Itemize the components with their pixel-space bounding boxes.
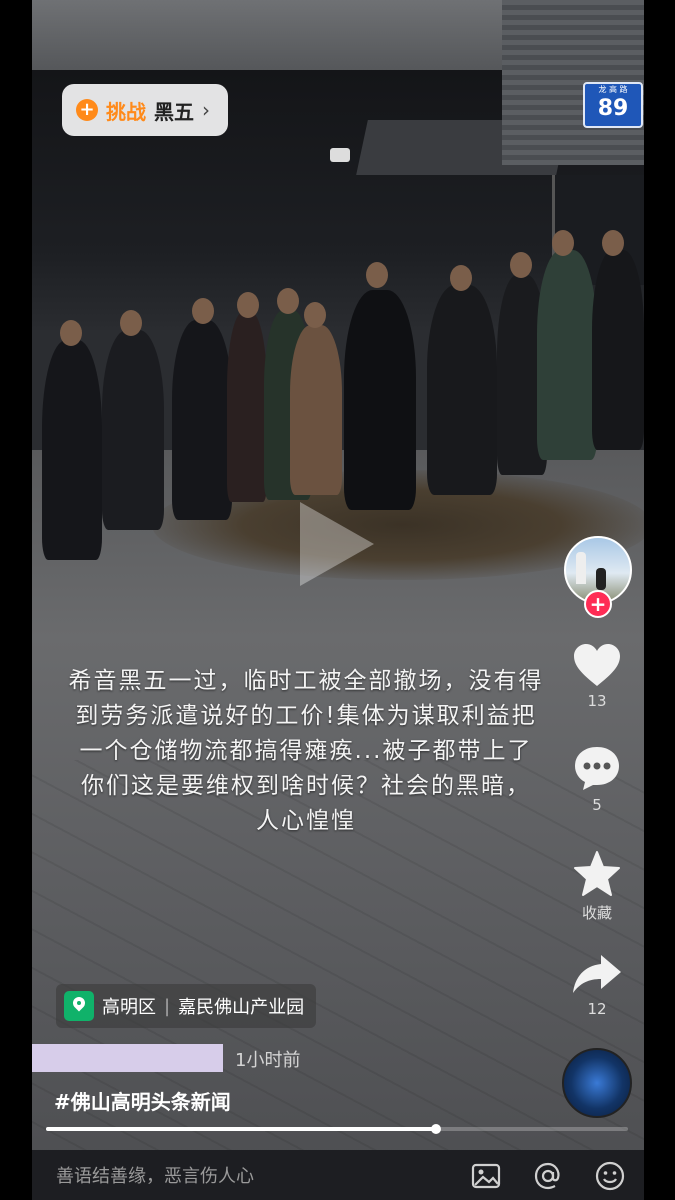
caption-line: 到劳务派遣说好的工价!集体为谋取利益把	[75, 703, 537, 729]
mention-icon[interactable]	[532, 1160, 564, 1192]
location-separator: |	[164, 995, 171, 1017]
location-district: 高明区	[102, 997, 156, 1018]
share-count: 12	[587, 1000, 607, 1018]
star-icon	[574, 851, 620, 896]
street-sign-number: 89	[597, 96, 629, 121]
avatar-person	[596, 568, 606, 590]
avatar-tower	[576, 552, 586, 584]
security-camera	[330, 148, 350, 162]
caption-line: 希音黑五一过，临时工被全部撤场，没有得	[68, 668, 544, 694]
video-caption: 希音黑五一过，临时工被全部撤场，没有得 到劳务派遣说好的工价!集体为谋取利益把 …	[32, 664, 580, 839]
image-icon[interactable]	[470, 1160, 502, 1192]
username-redacted[interactable]	[32, 1044, 223, 1072]
share-button[interactable]: 12	[560, 952, 634, 1018]
caption-line: 你们这是要维权到啥时候？社会的黑暗，	[81, 773, 531, 799]
video-frame[interactable]: + 挑战 黑五 › 龙 高 路 89 希音黑五一过，临时工被全部撤场，没有得 到…	[32, 0, 644, 1200]
caption-line: 人心惶惶	[256, 808, 356, 834]
comment-button[interactable]: 5	[560, 744, 634, 814]
video-progress-bar[interactable]	[46, 1124, 628, 1134]
follow-button[interactable]: +	[584, 590, 612, 618]
street-number-sign: 龙 高 路 89	[583, 82, 643, 128]
location-place: 嘉民佛山产业园	[178, 997, 305, 1018]
comment-input[interactable]: 善语结善缘，恶言伤人心	[56, 1162, 254, 1188]
chevron-right-icon: ›	[202, 98, 210, 122]
like-button[interactable]: 13	[560, 642, 634, 710]
challenge-pill[interactable]: + 挑战 黑五 ›	[62, 84, 228, 136]
progress-fill	[46, 1127, 436, 1131]
challenge-topic: 黑五	[154, 99, 194, 124]
caption-line: 一个仓储物流都搞得瘫痪...被子都带上了	[79, 738, 533, 764]
challenge-label: 挑战	[106, 99, 146, 124]
comment-bar: 善语结善缘，恶言伤人心	[32, 1150, 644, 1200]
heart-icon	[574, 644, 620, 686]
music-disc-icon[interactable]	[562, 1048, 632, 1118]
plus-icon: +	[76, 99, 98, 121]
comment-bubble-icon	[575, 747, 619, 790]
street-sign-name: 龙 高 路	[598, 85, 628, 94]
favorite-label: 收藏	[581, 904, 612, 922]
emoji-icon[interactable]	[594, 1160, 626, 1192]
progress-knob[interactable]	[430, 1124, 441, 1134]
post-time: 1小时前	[235, 1050, 301, 1071]
location-pin-icon	[64, 991, 94, 1021]
comment-count: 5	[592, 796, 602, 814]
play-icon[interactable]	[300, 502, 374, 586]
location-chip[interactable]: 高明区 | 嘉民佛山产业园	[56, 984, 317, 1028]
hashtag-link[interactable]: #佛山高明头条新闻	[54, 1086, 231, 1115]
favorite-button[interactable]: 收藏	[560, 850, 634, 923]
share-arrow-icon	[573, 955, 621, 993]
like-count: 13	[587, 692, 607, 710]
